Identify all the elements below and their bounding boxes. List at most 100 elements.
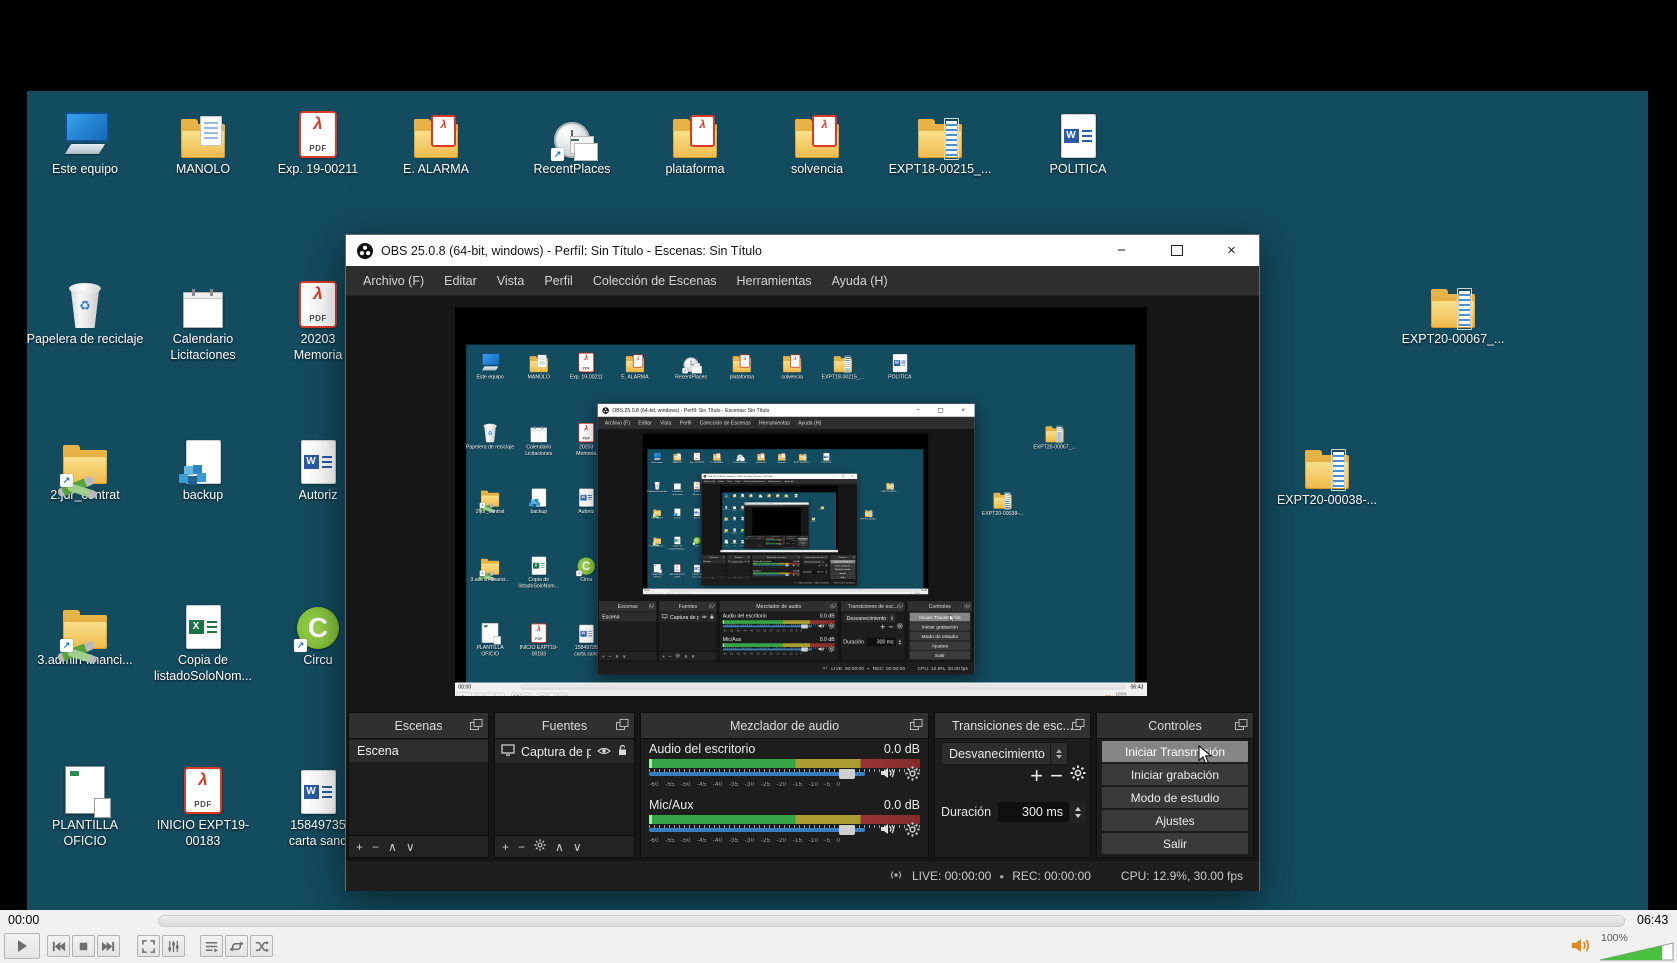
duration-input[interactable]: 300 ms [997, 801, 1070, 823]
start-recording-button[interactable]: Iniciar grabación [1102, 764, 1248, 785]
remove-transition-button[interactable]: − [1050, 766, 1063, 786]
menu-coleccion-escenas[interactable]: Colección de Escenas [593, 274, 717, 288]
desktop-icon-este-equipo[interactable]: Este equipo [25, 102, 145, 177]
obs-titlebar[interactable]: OBS 25.0.8 (64-bit, windows) - Perfíl: S… [346, 235, 1259, 266]
shuffle-button[interactable] [250, 935, 273, 957]
move-scene-down-button[interactable]: ∨ [406, 841, 415, 853]
folder-archive-icon [1267, 433, 1387, 489]
seek-bar[interactable] [158, 915, 1625, 927]
controls-dock-header[interactable]: Controles [1097, 713, 1253, 739]
desktop-icon-expt20-00038[interactable]: EXPT20-00038-... [1267, 433, 1387, 508]
equalizer-button[interactable] [162, 935, 185, 957]
popout-icon[interactable] [616, 719, 629, 730]
maximize-icon [1171, 245, 1183, 256]
desktop-icon-2jur-contrat[interactable]: 2.jur_contrat [25, 428, 145, 503]
folder-pdf-icon [757, 102, 877, 158]
volume-slider[interactable] [649, 772, 865, 776]
source-name: Captura de p [521, 745, 591, 759]
lock-icon[interactable] [617, 744, 628, 759]
skip-forward-button[interactable] [97, 935, 120, 957]
menu-herramientas[interactable]: Herramientas [737, 274, 812, 288]
popout-icon[interactable] [470, 719, 483, 730]
desktop-icon-inicio-expt19[interactable]: INICIO EXPT19-00183 [143, 758, 263, 850]
obs-window: OBS 25.0.8 (64-bit, windows) - Perfíl: S… [346, 235, 1259, 890]
menu-archivo[interactable]: Archivo (F) [363, 274, 424, 288]
clock-icon [512, 102, 632, 158]
audio-mixer-dock: Mezclador de audio Audio del escritorio … [640, 712, 929, 858]
desktop-icon-plataforma[interactable]: plataforma [635, 102, 755, 177]
desktop-icon-backup[interactable]: backup [143, 428, 263, 503]
desktop-icon-expt18-00215[interactable]: EXPT18-00215_... [880, 102, 1000, 177]
desktop-icon-3admin-financi[interactable]: 3.admin-financi... [25, 593, 145, 668]
volume-speaker-icon[interactable] [1570, 937, 1592, 959]
studio-mode-button[interactable]: Modo de estudio [1102, 787, 1248, 808]
remove-scene-button[interactable]: − [372, 841, 379, 853]
obs-main-area: Este equipo MANOLO Exp. 19-00211 E. ALAR… [346, 296, 1259, 891]
scenes-dock: Escenas Escena + − ∧ ∨ [348, 712, 489, 858]
display-capture-icon [501, 744, 515, 759]
popout-icon[interactable] [1235, 719, 1248, 730]
desktop-icon-politica[interactable]: POLITICA [1018, 102, 1138, 177]
desktop-icon-plantilla-oficio[interactable]: PLANTILLA OFICIO [25, 758, 145, 850]
close-button[interactable]: × [1204, 235, 1259, 266]
scenes-dock-header[interactable]: Escenas [349, 713, 488, 739]
sources-dock-header[interactable]: Fuentes [495, 713, 634, 739]
scene-list-item[interactable]: Escena [349, 740, 488, 762]
desktop-icon-calendario[interactable]: Calendario Licitaciones [143, 272, 263, 364]
skip-back-button[interactable] [47, 935, 70, 957]
menu-editar[interactable]: Editar [444, 274, 477, 288]
speaker-icon[interactable] [880, 822, 896, 841]
desktop-icon-label: Exp. 19-00211 [258, 161, 378, 177]
desktop-icon-papelera[interactable]: Papelera de reciclaje [25, 272, 145, 347]
play-button[interactable] [4, 933, 40, 959]
move-source-up-button[interactable]: ∧ [555, 841, 564, 853]
channel-gear-icon[interactable] [905, 822, 920, 842]
desktop-icon-recentplaces[interactable]: RecentPlaces [512, 102, 632, 177]
remove-source-button[interactable]: − [518, 841, 525, 853]
transition-select[interactable]: Desvanecimiento [941, 742, 1068, 765]
add-source-button[interactable]: + [502, 841, 509, 853]
move-scene-up-button[interactable]: ∧ [388, 841, 397, 853]
start-streaming-button[interactable]: Iniciar Transmisión [1102, 741, 1248, 762]
volume-slider-wedge[interactable] [1598, 940, 1676, 963]
desktop-icon-label: plataforma [635, 161, 755, 177]
broadcast-icon [888, 869, 904, 884]
playlist-button[interactable] [200, 935, 223, 957]
desktop-icon-e-alarma[interactable]: E. ALARMA [376, 102, 496, 177]
move-source-down-button[interactable]: ∨ [573, 841, 582, 853]
source-properties-gear-icon[interactable] [534, 838, 546, 856]
settings-button[interactable]: Ajustes [1102, 810, 1248, 831]
popout-icon[interactable] [1072, 719, 1085, 730]
add-scene-button[interactable]: + [356, 841, 363, 853]
channel-gear-icon[interactable] [905, 766, 920, 786]
stop-button[interactable] [72, 935, 95, 957]
menu-vista[interactable]: Vista [497, 274, 525, 288]
speaker-icon[interactable] [880, 766, 896, 785]
mixer-dock-header[interactable]: Mezclador de audio [641, 713, 928, 739]
visibility-eye-icon[interactable] [597, 745, 611, 759]
controls-dock-title: Controles [1148, 719, 1202, 733]
menu-perfil[interactable]: Perfil [544, 274, 572, 288]
menu-ayuda[interactable]: Ayuda (H) [832, 274, 888, 288]
desktop-icon-exp-19-00211[interactable]: Exp. 19-00211 [258, 102, 378, 177]
volume-slider[interactable] [649, 828, 865, 832]
popout-icon[interactable] [910, 719, 923, 730]
rec-dot-icon: ● [999, 872, 1004, 881]
desktop-icon-manolo[interactable]: MANOLO [143, 102, 263, 177]
duration-spinner[interactable] [1070, 801, 1086, 823]
desktop-icon-expt20-00067[interactable]: EXPT20-00067_... [1393, 272, 1513, 347]
maximize-button[interactable] [1149, 235, 1204, 266]
exit-button[interactable]: Salir [1102, 833, 1248, 854]
transitions-dock-header[interactable]: Transiciones de esc... [935, 713, 1090, 739]
source-list-item[interactable]: Captura de p [495, 740, 634, 763]
minimize-button[interactable]: − [1094, 235, 1149, 266]
elapsed-time: 00:00 [8, 913, 39, 927]
desktop-icon-copia-listado[interactable]: Copia de listadoSoloNom... [143, 593, 263, 685]
sources-toolbar: + − ∧ ∨ [495, 835, 634, 857]
transition-gear-icon[interactable] [1070, 765, 1086, 786]
add-transition-button[interactable]: + [1030, 766, 1043, 786]
repeat-button[interactable] [225, 935, 248, 957]
desktop-icon-solvencia[interactable]: solvencia [757, 102, 877, 177]
fullscreen-button[interactable] [137, 935, 160, 957]
cpu-fps-stats: CPU: 12.9%, 30.00 fps [1121, 869, 1243, 883]
